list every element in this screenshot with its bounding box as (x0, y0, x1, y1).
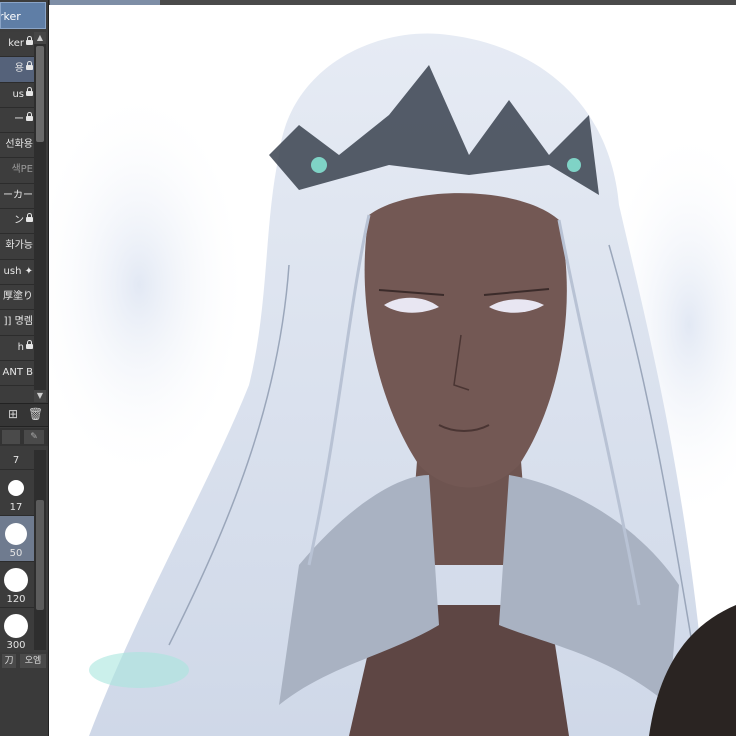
crown-gem-left (311, 157, 327, 173)
brush-actions-bar: ⊞ 🗑 (0, 403, 48, 427)
brush-item[interactable]: ush ✦ (0, 259, 34, 285)
brush-item[interactable]: ANT B (0, 360, 34, 387)
brush-item-label: ーカー (3, 189, 33, 201)
lock-icon (26, 213, 33, 223)
brush-item[interactable]: 용 (0, 57, 34, 83)
size-tab-left[interactable] (2, 430, 20, 444)
brush-size-dot-icon (5, 523, 27, 545)
trash-icon[interactable]: 🗑 (28, 407, 43, 421)
brush-item[interactable]: h (0, 335, 34, 361)
brush-size-value: 300 (6, 640, 26, 651)
size-list-scrollbar[interactable] (34, 450, 46, 650)
brush-size-value: 17 (9, 502, 23, 513)
brush-size-option[interactable]: 17 (0, 470, 34, 516)
brush-size-dot-icon (4, 568, 28, 592)
brush-list-scrollbar[interactable]: ▲ ▼ (34, 32, 46, 402)
panel-bottom-bar: 刀 오엠 (0, 652, 48, 736)
brush-size-list: 7 17 50 120 300 (0, 450, 34, 654)
brush-item-label: ン (14, 215, 24, 227)
brush-size-option[interactable]: 300 (0, 608, 34, 654)
brush-item-label: ANT B (2, 366, 33, 378)
brush-item-label: 용 (14, 63, 24, 75)
brush-item[interactable]: ーカー (0, 183, 34, 210)
brush-size-dot-icon (4, 614, 28, 638)
size-tabs: ✎ (0, 428, 48, 446)
lock-icon (26, 111, 33, 121)
lock-icon (26, 339, 33, 349)
add-brush-icon[interactable]: ⊞ (6, 407, 20, 421)
brush-item-label: ー (14, 113, 24, 125)
brush-item-label: us (12, 88, 24, 100)
brush-size-option[interactable]: 50 (0, 516, 34, 562)
lock-icon (26, 61, 33, 71)
sub-tool-header[interactable]: rker (0, 2, 46, 29)
brush-size-dot-icon (8, 480, 24, 496)
brush-size-value: 7 (12, 455, 20, 466)
brush-item[interactable]: 화가능 (0, 234, 34, 260)
brush-size-option[interactable]: 7 (0, 450, 34, 470)
brush-item-label: 화가능 (5, 240, 33, 252)
bottom-button-2[interactable]: 오엠 (20, 654, 46, 668)
brush-item[interactable]: 색PE (0, 158, 34, 184)
brush-list: ker 용 us ー 선화용색PE ーカーン 화가능 ush ✦ 厚塗り ]] 명렘 h ANT B (0, 32, 34, 387)
brush-item[interactable]: ker (0, 32, 34, 58)
brush-item[interactable]: ン (0, 209, 34, 235)
brush-size-value: 120 (6, 594, 26, 605)
brush-item-label: ush ✦ (3, 265, 33, 277)
artwork (49, 33, 736, 736)
brush-panel: rker ker 용 us ー 선화용색PE ーカーン 화가능 ush ✦ 厚塗り ]] 명렘 h A… (0, 0, 49, 736)
scroll-down-icon[interactable]: ▼ (34, 390, 46, 402)
brush-item[interactable]: 厚塗り (0, 284, 34, 311)
crown-gem-right (567, 158, 581, 172)
brush-item[interactable]: us (0, 82, 34, 108)
brush-item[interactable]: 선화용 (0, 133, 34, 159)
brush-item-label: h (17, 341, 24, 353)
brush-item-label: ]] 명렘 (3, 316, 33, 328)
brush-item[interactable]: ー (0, 107, 34, 134)
size-scroll-thumb[interactable] (36, 500, 44, 610)
brush-item-label: 선화용 (5, 139, 33, 151)
brush-size-option[interactable]: 120 (0, 562, 34, 608)
left-wing (49, 85, 249, 485)
lock-icon (26, 36, 33, 45)
scroll-up-icon[interactable]: ▲ (34, 32, 46, 44)
bottom-button-1[interactable]: 刀 (2, 654, 16, 668)
teal-accent (89, 652, 189, 688)
brush-item-label: 厚塗り (3, 290, 33, 302)
lock-icon (26, 86, 33, 96)
scroll-thumb[interactable] (36, 46, 44, 142)
brush-size-value: 50 (9, 548, 23, 559)
pen-icon[interactable]: ✎ (24, 430, 44, 444)
brush-item-label: 색PE (11, 164, 33, 176)
brush-item-label: ker (8, 38, 24, 49)
brush-item[interactable]: ]] 명렘 (0, 310, 34, 336)
drawing-canvas[interactable] (49, 5, 736, 736)
